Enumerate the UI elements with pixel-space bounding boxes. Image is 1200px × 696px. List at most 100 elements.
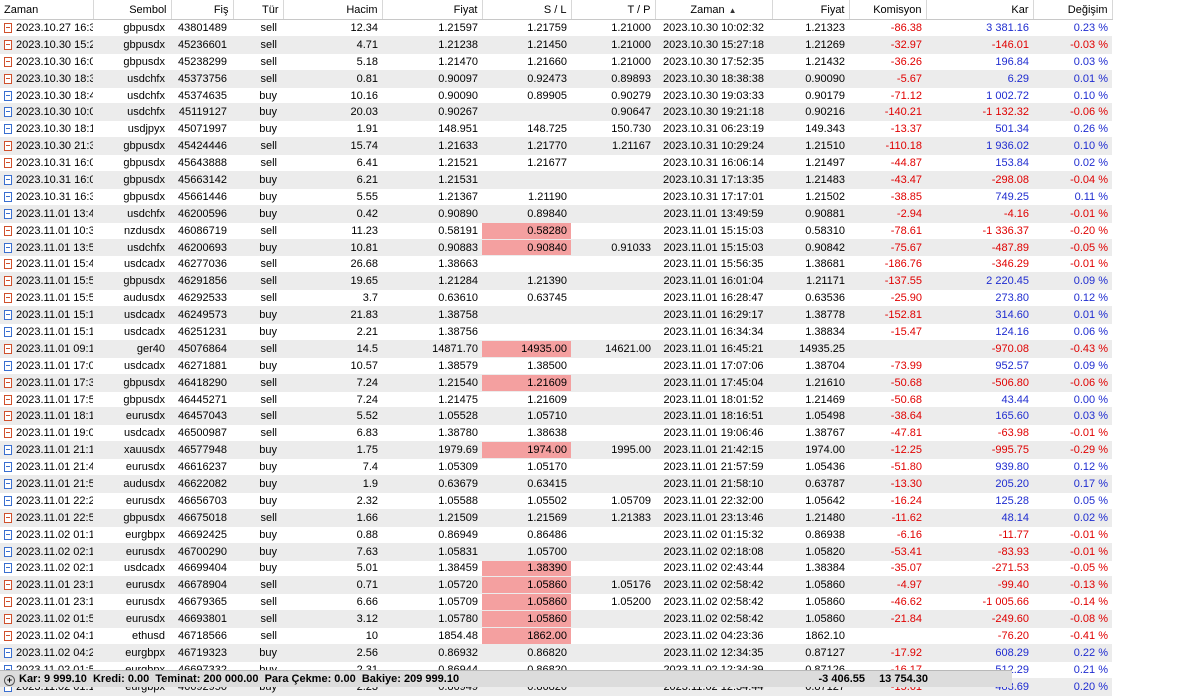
cell-close-time: 2023.11.02 02:18:08 bbox=[655, 543, 772, 561]
cell-symbol: nzdusdx bbox=[93, 222, 171, 240]
table-row[interactable]: 2023.11.02 04:21:...eurgbpx46719323buy2.… bbox=[0, 644, 1112, 662]
buy-order-icon bbox=[4, 360, 12, 371]
table-row[interactable]: 2023.11.01 18:12:...eurusdx46457043sell5… bbox=[0, 407, 1112, 426]
table-row[interactable]: 2023.10.30 18:38:...usdchfx45373756sell0… bbox=[0, 70, 1112, 88]
col-profit[interactable]: Kar bbox=[926, 0, 1034, 20]
cell-close-time: 2023.11.01 15:15:03 bbox=[655, 222, 772, 240]
col-symbol[interactable]: Sembol bbox=[93, 0, 172, 20]
table-row[interactable]: 2023.11.01 23:10:...eurusdx46678904sell0… bbox=[0, 576, 1112, 595]
col-close-time[interactable]: Zaman ▲ bbox=[655, 0, 773, 20]
table-row[interactable]: 2023.11.01 15:55:...gbpusdx46291856sell1… bbox=[0, 272, 1112, 291]
cell-close-price: 0.90216 bbox=[772, 103, 849, 122]
table-row[interactable]: 2023.10.30 21:35:...gbpusdx45424446sell1… bbox=[0, 137, 1112, 156]
table-row[interactable]: 2023.11.02 02:15:...eurusdx46700290buy7.… bbox=[0, 543, 1112, 561]
table-row[interactable]: 2023.11.01 15:19:...usdcadx46251231buy2.… bbox=[0, 323, 1112, 341]
table-row[interactable]: 2023.10.30 15:24:...gbpusdx45236601sell4… bbox=[0, 36, 1112, 54]
table-row[interactable]: 2023.11.01 21:11:...xauusdx46577948buy1.… bbox=[0, 441, 1112, 460]
cell-stop-loss: 1.05700 bbox=[482, 543, 571, 561]
cell-symbol: gbpusdx bbox=[93, 272, 171, 291]
col-stop-loss[interactable]: S / L bbox=[482, 0, 572, 20]
col-take-profit[interactable]: T / P bbox=[571, 0, 656, 20]
col-close-price[interactable]: Fiyat bbox=[772, 0, 850, 20]
cell-take-profit: 1.05176 bbox=[571, 576, 655, 595]
cell-take-profit bbox=[571, 289, 655, 308]
table-row[interactable]: 2023.11.01 22:24:...eurusdx46656703buy2.… bbox=[0, 492, 1112, 510]
expand-plus-icon[interactable]: + bbox=[4, 675, 15, 686]
table-row[interactable]: 2023.11.01 17:00:...usdcadx46271881buy10… bbox=[0, 357, 1112, 375]
col-commission[interactable]: Komisyon bbox=[849, 0, 927, 20]
table-row[interactable]: 2023.10.31 16:30:...gbpusdx45661446buy5.… bbox=[0, 188, 1112, 206]
table-row[interactable]: 2023.10.30 18:40:...usdchfx45374635buy10… bbox=[0, 87, 1112, 105]
table-row[interactable]: 2023.11.02 04:19:...ethusd46718566sell10… bbox=[0, 627, 1112, 645]
cell-volume: 10.57 bbox=[283, 357, 382, 375]
table-row[interactable]: 2023.11.01 13:49:...usdchfx46200596buy0.… bbox=[0, 205, 1112, 223]
table-row[interactable]: 2023.11.01 17:59:...gbpusdx46445271sell7… bbox=[0, 391, 1112, 409]
cell-change: -0.20 % bbox=[1033, 222, 1112, 240]
table-row[interactable]: 2023.10.27 16:38:...gbpusdx43801489sell1… bbox=[0, 19, 1112, 37]
buy-order-icon bbox=[4, 191, 12, 202]
cell-commission: -38.64 bbox=[849, 407, 926, 426]
table-row[interactable]: 2023.11.01 19:06:...usdcadx46500987sell6… bbox=[0, 424, 1112, 443]
cell-take-profit: 1.21000 bbox=[571, 53, 655, 71]
cell-volume: 10.16 bbox=[283, 87, 382, 105]
cell-open-price: 1.38756 bbox=[382, 323, 482, 341]
table-row[interactable]: 2023.11.01 15:40:...usdcadx46277036sell2… bbox=[0, 255, 1112, 274]
table-row[interactable]: 2023.11.01 21:50:...audusdx46622082buy1.… bbox=[0, 475, 1112, 493]
cell-profit: -970.08 bbox=[926, 340, 1033, 358]
cell-open-time: 2023.10.30 16:01:... bbox=[0, 53, 93, 71]
cell-close-price: 0.90179 bbox=[772, 87, 849, 105]
cell-take-profit bbox=[571, 458, 655, 477]
col-volume[interactable]: Hacim bbox=[283, 0, 383, 20]
cell-close-price: 1.21497 bbox=[772, 154, 849, 173]
cell-commission: -152.81 bbox=[849, 306, 926, 325]
cell-stop-loss: 1.38638 bbox=[482, 424, 571, 443]
col-open-price[interactable]: Fiyat bbox=[382, 0, 483, 20]
cell-close-time: 2023.11.01 16:45:21 bbox=[655, 340, 772, 358]
cell-open-price: 1.05709 bbox=[382, 593, 482, 612]
cell-symbol: usdchfx bbox=[93, 87, 171, 105]
table-row[interactable]: 2023.11.01 13:50:...usdchfx46200693buy10… bbox=[0, 239, 1112, 257]
table-row[interactable]: 2023.11.01 22:57:...gbpusdx46675018sell1… bbox=[0, 509, 1112, 527]
table-row[interactable]: 2023.10.31 16:06:...gbpusdx45663142buy6.… bbox=[0, 171, 1112, 189]
commission-total: -3 406.55 bbox=[818, 673, 865, 685]
cell-volume: 6.21 bbox=[283, 171, 382, 189]
col-type[interactable]: Tür bbox=[233, 0, 284, 20]
col-open-time[interactable]: Zaman bbox=[0, 0, 94, 20]
table-row[interactable]: 2023.11.01 09:17:...ger4045076864sell14.… bbox=[0, 340, 1112, 358]
cell-change: -0.13 % bbox=[1033, 576, 1112, 595]
cell-stop-loss: 1.21677 bbox=[482, 154, 571, 173]
cell-symbol: eurgbpx bbox=[93, 644, 171, 662]
table-row[interactable]: 2023.11.01 21:46:...eurusdx46616237buy7.… bbox=[0, 458, 1112, 477]
table-row[interactable]: 2023.11.02 01:55:...eurusdx46693801sell3… bbox=[0, 610, 1112, 629]
table-row[interactable]: 2023.11.01 23:14:...eurusdx46679365sell6… bbox=[0, 593, 1112, 612]
cell-profit: -1 132.32 bbox=[926, 103, 1033, 122]
cell-ticket: 43801489 bbox=[171, 19, 233, 37]
cell-take-profit: 1.21383 bbox=[571, 509, 655, 527]
cell-stop-loss: 0.86820 bbox=[482, 644, 571, 662]
cell-open-time: 2023.10.30 18:40:... bbox=[0, 87, 93, 105]
cell-commission: -110.18 bbox=[849, 137, 926, 156]
cell-volume: 6.66 bbox=[283, 593, 382, 612]
table-row[interactable]: 2023.11.02 01:15:...eurgbpx46692425buy0.… bbox=[0, 526, 1112, 544]
table-row[interactable]: 2023.10.30 10:00:...usdchfx45119127buy20… bbox=[0, 103, 1112, 122]
table-row[interactable]: 2023.10.31 16:05:...gbpusdx45643888sell6… bbox=[0, 154, 1112, 173]
cell-ticket: 46679365 bbox=[171, 593, 233, 612]
buy-order-icon bbox=[4, 495, 12, 506]
cell-open-price: 1.05831 bbox=[382, 543, 482, 561]
cell-open-time: 2023.11.01 13:50:... bbox=[0, 239, 93, 257]
table-row[interactable]: 2023.11.01 10:35:...nzdusdx46086719sell1… bbox=[0, 222, 1112, 240]
col-ticket[interactable]: Fiş bbox=[171, 0, 234, 20]
table-row[interactable]: 2023.10.30 16:01:...gbpusdx45238299sell5… bbox=[0, 53, 1112, 71]
table-row[interactable]: 2023.11.01 15:17:...usdcadx46249573buy21… bbox=[0, 306, 1112, 325]
table-row[interactable]: 2023.11.01 15:57:...audusdx46292533sell3… bbox=[0, 289, 1112, 308]
cell-take-profit bbox=[571, 627, 655, 645]
col-change[interactable]: Değişim bbox=[1033, 0, 1113, 20]
cell-open-time: 2023.11.01 13:49:... bbox=[0, 205, 93, 223]
account-summary-text: Kar: 9 999.10 Kredi: 0.00 Teminat: 200 0… bbox=[19, 673, 460, 685]
table-row[interactable]: 2023.10.30 18:10:...usdjpyx45071997buy1.… bbox=[0, 120, 1112, 139]
cell-change: -0.01 % bbox=[1033, 543, 1112, 561]
cell-symbol: eurgbpx bbox=[93, 526, 171, 544]
cell-symbol: gbpusdx bbox=[93, 137, 171, 156]
table-row[interactable]: 2023.11.02 02:10:...usdcadx46699404buy5.… bbox=[0, 560, 1112, 578]
table-row[interactable]: 2023.11.01 17:31:...gbpusdx46418290sell7… bbox=[0, 374, 1112, 392]
